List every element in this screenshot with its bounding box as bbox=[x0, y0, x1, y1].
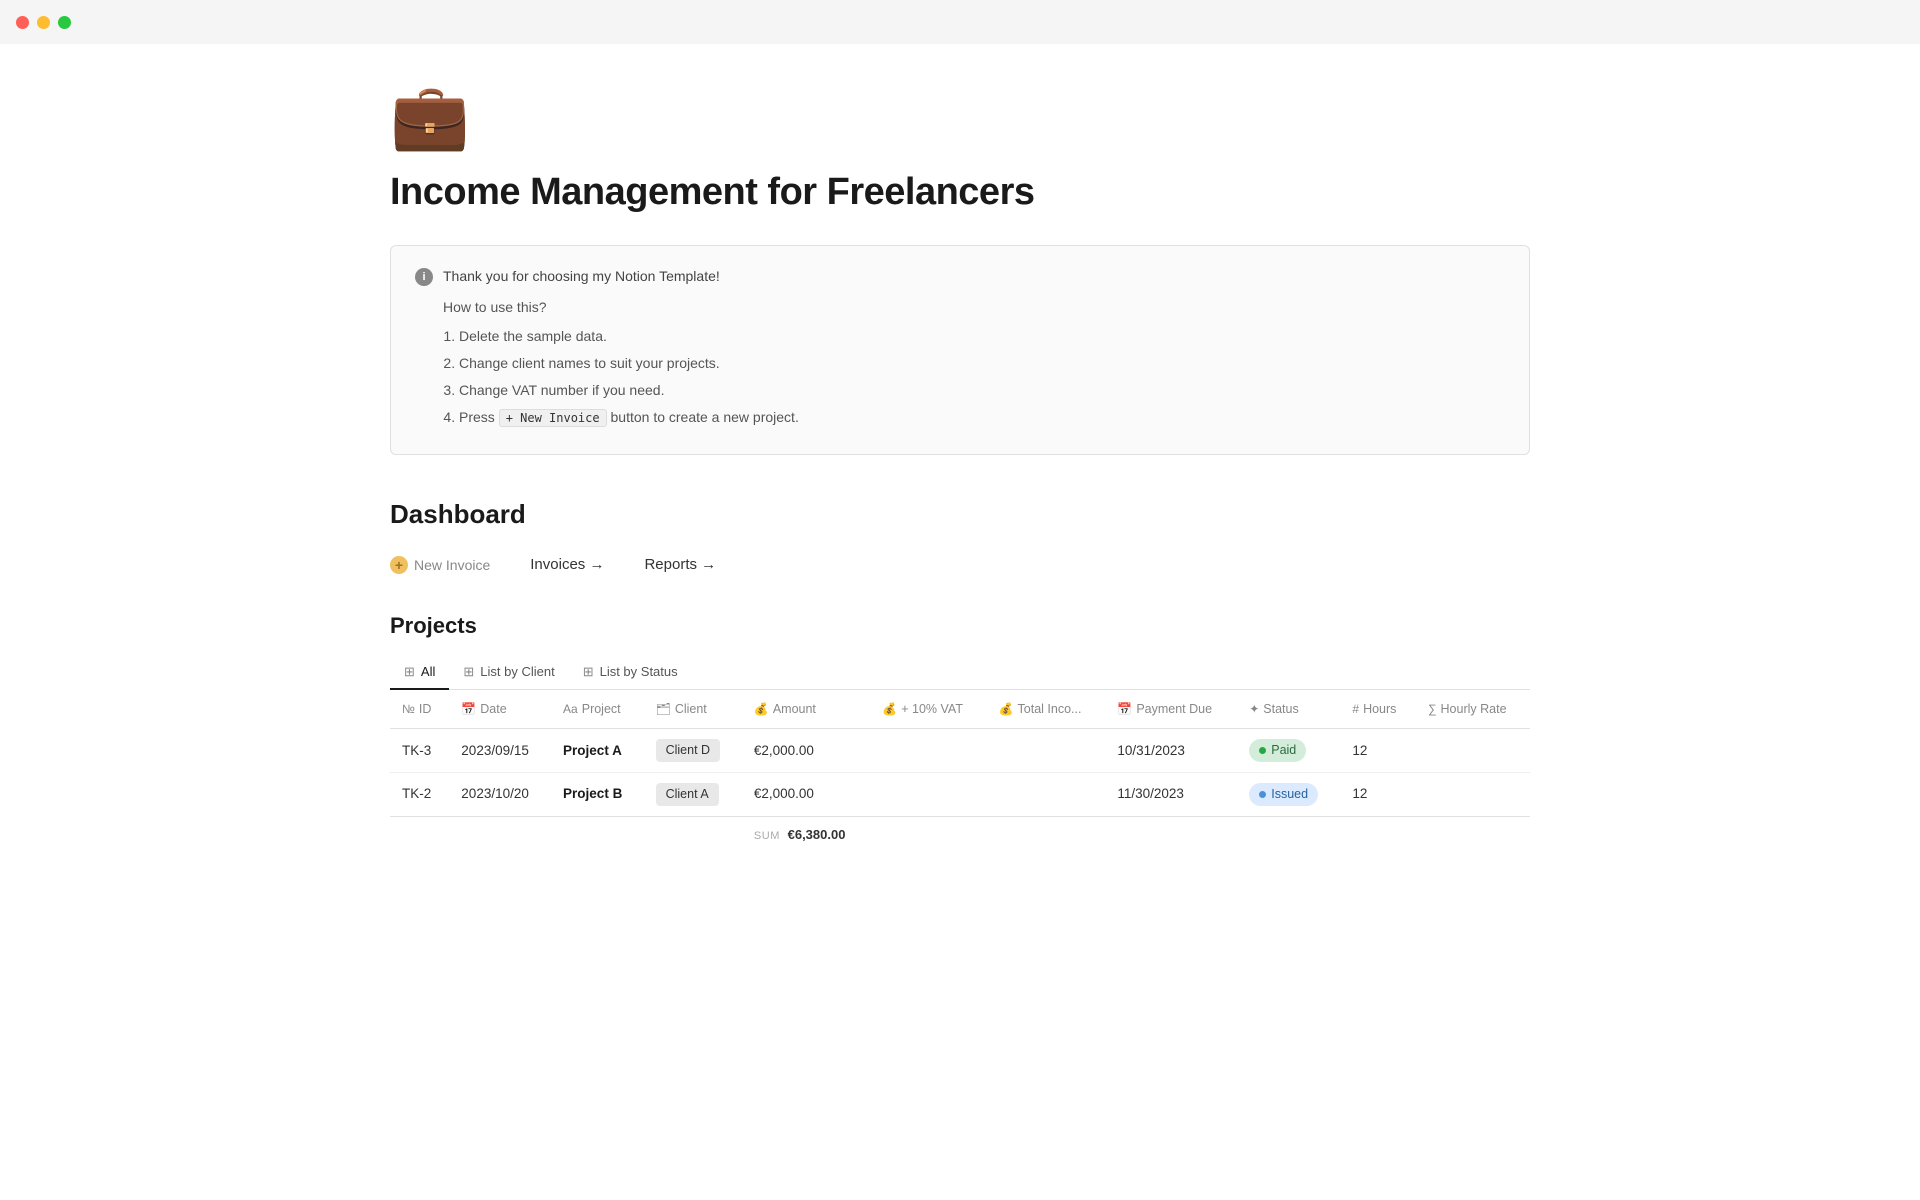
sum-row: SUM €6,380.00 bbox=[390, 816, 1530, 852]
col-hourly-rate: ∑Hourly Rate bbox=[1416, 690, 1530, 729]
tab-list-by-status[interactable]: ⊞ List by Status bbox=[569, 656, 692, 690]
projects-table-container: №ID 📅Date AaProject 🗂Client 💰Amount 💰+ 1… bbox=[390, 690, 1530, 853]
col-project: AaProject bbox=[551, 690, 644, 729]
tab-client-icon: ⊞ bbox=[463, 664, 474, 680]
status-dot bbox=[1259, 747, 1266, 754]
cell-date: 2023/09/15 bbox=[449, 729, 551, 773]
status-label: Paid bbox=[1271, 741, 1296, 760]
sum-amount: SUM €6,380.00 bbox=[742, 816, 870, 852]
cell-hourly-rate bbox=[1416, 729, 1530, 773]
sum-rest bbox=[870, 816, 1530, 852]
cell-id: TK-2 bbox=[390, 773, 449, 817]
sum-label: SUM bbox=[754, 830, 780, 842]
new-invoice-code: + New Invoice bbox=[499, 409, 607, 427]
cell-vat bbox=[870, 773, 986, 817]
fullscreen-button[interactable] bbox=[58, 16, 71, 29]
tab-client-label: List by Client bbox=[480, 664, 554, 679]
page-title: Income Management for Freelancers bbox=[390, 164, 1530, 221]
tab-status-label: List by Status bbox=[600, 664, 678, 679]
cell-total bbox=[987, 773, 1106, 817]
step-1: Delete the sample data. bbox=[459, 326, 1505, 347]
projects-tabs: ⊞ All ⊞ List by Client ⊞ List by Status bbox=[390, 656, 1530, 690]
table-header-row: №ID 📅Date AaProject 🗂Client 💰Amount 💰+ 1… bbox=[390, 690, 1530, 729]
dashboard-title: Dashboard bbox=[390, 495, 1530, 534]
titlebar bbox=[0, 0, 1920, 44]
col-id: №ID bbox=[390, 690, 449, 729]
cell-payment-due: 11/30/2023 bbox=[1105, 773, 1237, 817]
cell-hours: 12 bbox=[1340, 773, 1416, 817]
col-amount: 💰Amount bbox=[742, 690, 870, 729]
col-payment-due: 📅Payment Due bbox=[1105, 690, 1237, 729]
cell-id: TK-3 bbox=[390, 729, 449, 773]
sum-empty bbox=[390, 816, 742, 852]
table-row[interactable]: TK-3 2023/09/15 Project A Client D €2,00… bbox=[390, 729, 1530, 773]
cell-total bbox=[987, 729, 1106, 773]
page-icon: 💼 bbox=[390, 84, 1530, 148]
plus-icon: + bbox=[390, 556, 408, 574]
tab-status-icon: ⊞ bbox=[583, 664, 594, 680]
info-icon: i bbox=[415, 268, 433, 286]
col-total: 💰Total Inco... bbox=[987, 690, 1106, 729]
cell-project: Project A bbox=[551, 729, 644, 773]
new-invoice-label: New Invoice bbox=[414, 557, 490, 573]
invoices-link[interactable]: Invoices → bbox=[530, 554, 604, 577]
tab-all[interactable]: ⊞ All bbox=[390, 656, 449, 690]
new-invoice-button[interactable]: + New Invoice bbox=[390, 556, 490, 574]
cell-status: Paid bbox=[1237, 729, 1340, 773]
col-status: ✦Status bbox=[1237, 690, 1340, 729]
status-dot bbox=[1259, 791, 1266, 798]
col-date: 📅Date bbox=[449, 690, 551, 729]
status-label: Issued bbox=[1271, 785, 1308, 804]
col-vat: 💰+ 10% VAT bbox=[870, 690, 986, 729]
cell-payment-due: 10/31/2023 bbox=[1105, 729, 1237, 773]
info-box-subheader: How to use this? bbox=[443, 297, 1505, 318]
cell-vat bbox=[870, 729, 986, 773]
info-box-header-text: Thank you for choosing my Notion Templat… bbox=[443, 266, 720, 287]
step-4-prefix: Press bbox=[459, 409, 495, 425]
step-2: Change client names to suit your project… bbox=[459, 353, 1505, 374]
step-3: Change VAT number if you need. bbox=[459, 380, 1505, 401]
tab-all-label: All bbox=[421, 664, 435, 679]
tab-all-icon: ⊞ bbox=[404, 664, 415, 680]
tab-list-by-client[interactable]: ⊞ List by Client bbox=[449, 656, 568, 690]
info-box-steps: Delete the sample data. Change client na… bbox=[443, 326, 1505, 428]
cell-project: Project B bbox=[551, 773, 644, 817]
cell-hourly-rate bbox=[1416, 773, 1530, 817]
info-box: i Thank you for choosing my Notion Templ… bbox=[390, 245, 1530, 455]
cell-amount: €2,000.00 bbox=[742, 729, 870, 773]
reports-link[interactable]: Reports → bbox=[644, 554, 716, 577]
cell-amount: €2,000.00 bbox=[742, 773, 870, 817]
sum-value: €6,380.00 bbox=[788, 827, 846, 842]
dashboard-links: + New Invoice Invoices → Reports → bbox=[390, 554, 1530, 577]
cell-client: Client D bbox=[644, 729, 742, 773]
cell-hours: 12 bbox=[1340, 729, 1416, 773]
col-hours: #Hours bbox=[1340, 690, 1416, 729]
projects-table: №ID 📅Date AaProject 🗂Client 💰Amount 💰+ 1… bbox=[390, 690, 1530, 853]
projects-title: Projects bbox=[390, 609, 1530, 642]
step-4-suffix: button to create a new project. bbox=[611, 409, 799, 425]
info-box-header: i Thank you for choosing my Notion Templ… bbox=[415, 266, 1505, 287]
cell-date: 2023/10/20 bbox=[449, 773, 551, 817]
col-client: 🗂Client bbox=[644, 690, 742, 729]
main-content: 💼 Income Management for Freelancers i Th… bbox=[310, 44, 1610, 932]
step-4: Press + New Invoice button to create a n… bbox=[459, 407, 1505, 428]
close-button[interactable] bbox=[16, 16, 29, 29]
table-row[interactable]: TK-2 2023/10/20 Project B Client A €2,00… bbox=[390, 773, 1530, 817]
cell-status: Issued bbox=[1237, 773, 1340, 817]
cell-client: Client A bbox=[644, 773, 742, 817]
minimize-button[interactable] bbox=[37, 16, 50, 29]
